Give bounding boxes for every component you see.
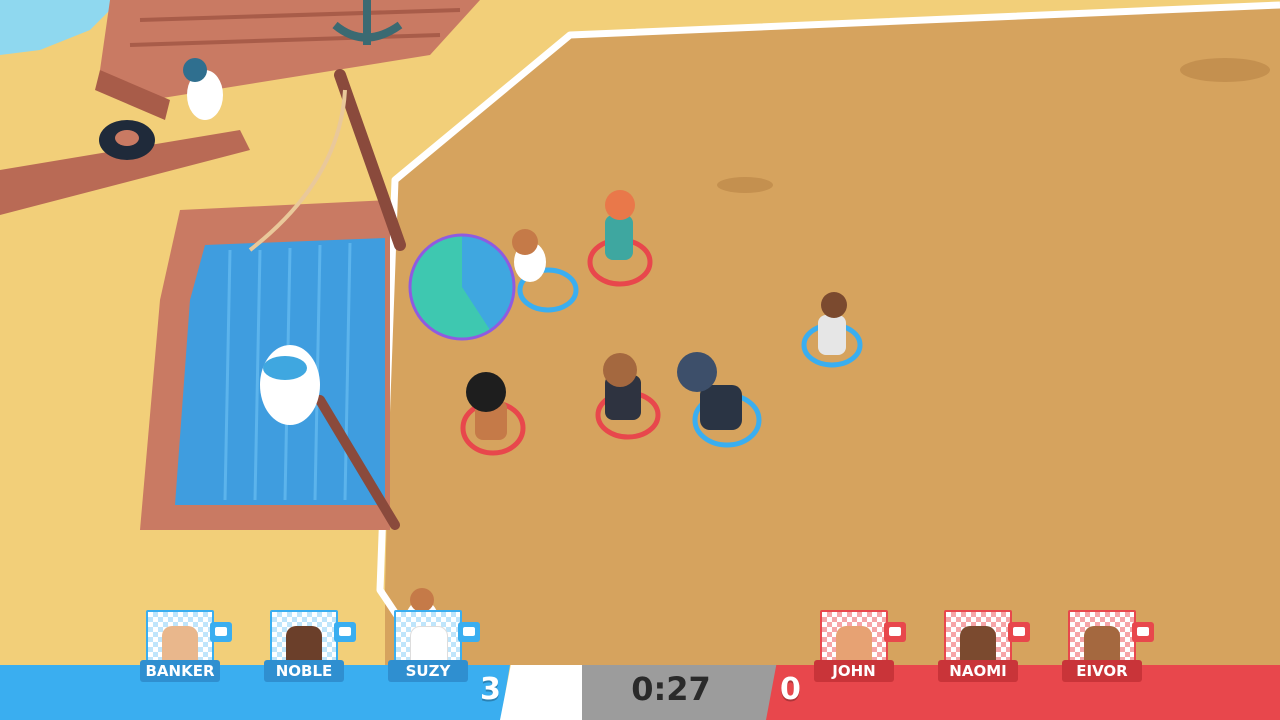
player-name: EIVOR bbox=[1062, 660, 1142, 682]
score-divider bbox=[500, 665, 590, 720]
blue-team-score: 3 bbox=[480, 672, 501, 707]
robot-icon bbox=[884, 622, 906, 642]
player-card-john: JOHN bbox=[814, 610, 906, 686]
player-card-banker: BANKER bbox=[140, 610, 232, 686]
dirt-patch bbox=[1180, 58, 1270, 82]
red-team-score: 0 bbox=[780, 672, 801, 707]
player-name: JOHN bbox=[814, 660, 894, 682]
robot-icon bbox=[1008, 622, 1030, 642]
robot-icon bbox=[1132, 622, 1154, 642]
player-card-noble: NOBLE bbox=[264, 610, 356, 686]
match-timer: 0:27 bbox=[631, 670, 711, 708]
robot-icon bbox=[210, 622, 232, 642]
tire-hole bbox=[115, 130, 139, 146]
player-name: SUZY bbox=[388, 660, 468, 682]
beach-ball bbox=[408, 233, 516, 341]
player-card-eivor: EIVOR bbox=[1062, 610, 1154, 686]
player-name: BANKER bbox=[140, 660, 220, 682]
robot-icon bbox=[458, 622, 480, 642]
robot-icon bbox=[334, 622, 356, 642]
player-card-naomi: NAOMI bbox=[938, 610, 1030, 686]
player-blue-rabbit-pool bbox=[260, 345, 320, 425]
player-card-suzy: SUZY bbox=[388, 610, 480, 686]
dirt-patch bbox=[717, 177, 773, 193]
player-name: NOBLE bbox=[264, 660, 344, 682]
player-name: NAOMI bbox=[938, 660, 1018, 682]
